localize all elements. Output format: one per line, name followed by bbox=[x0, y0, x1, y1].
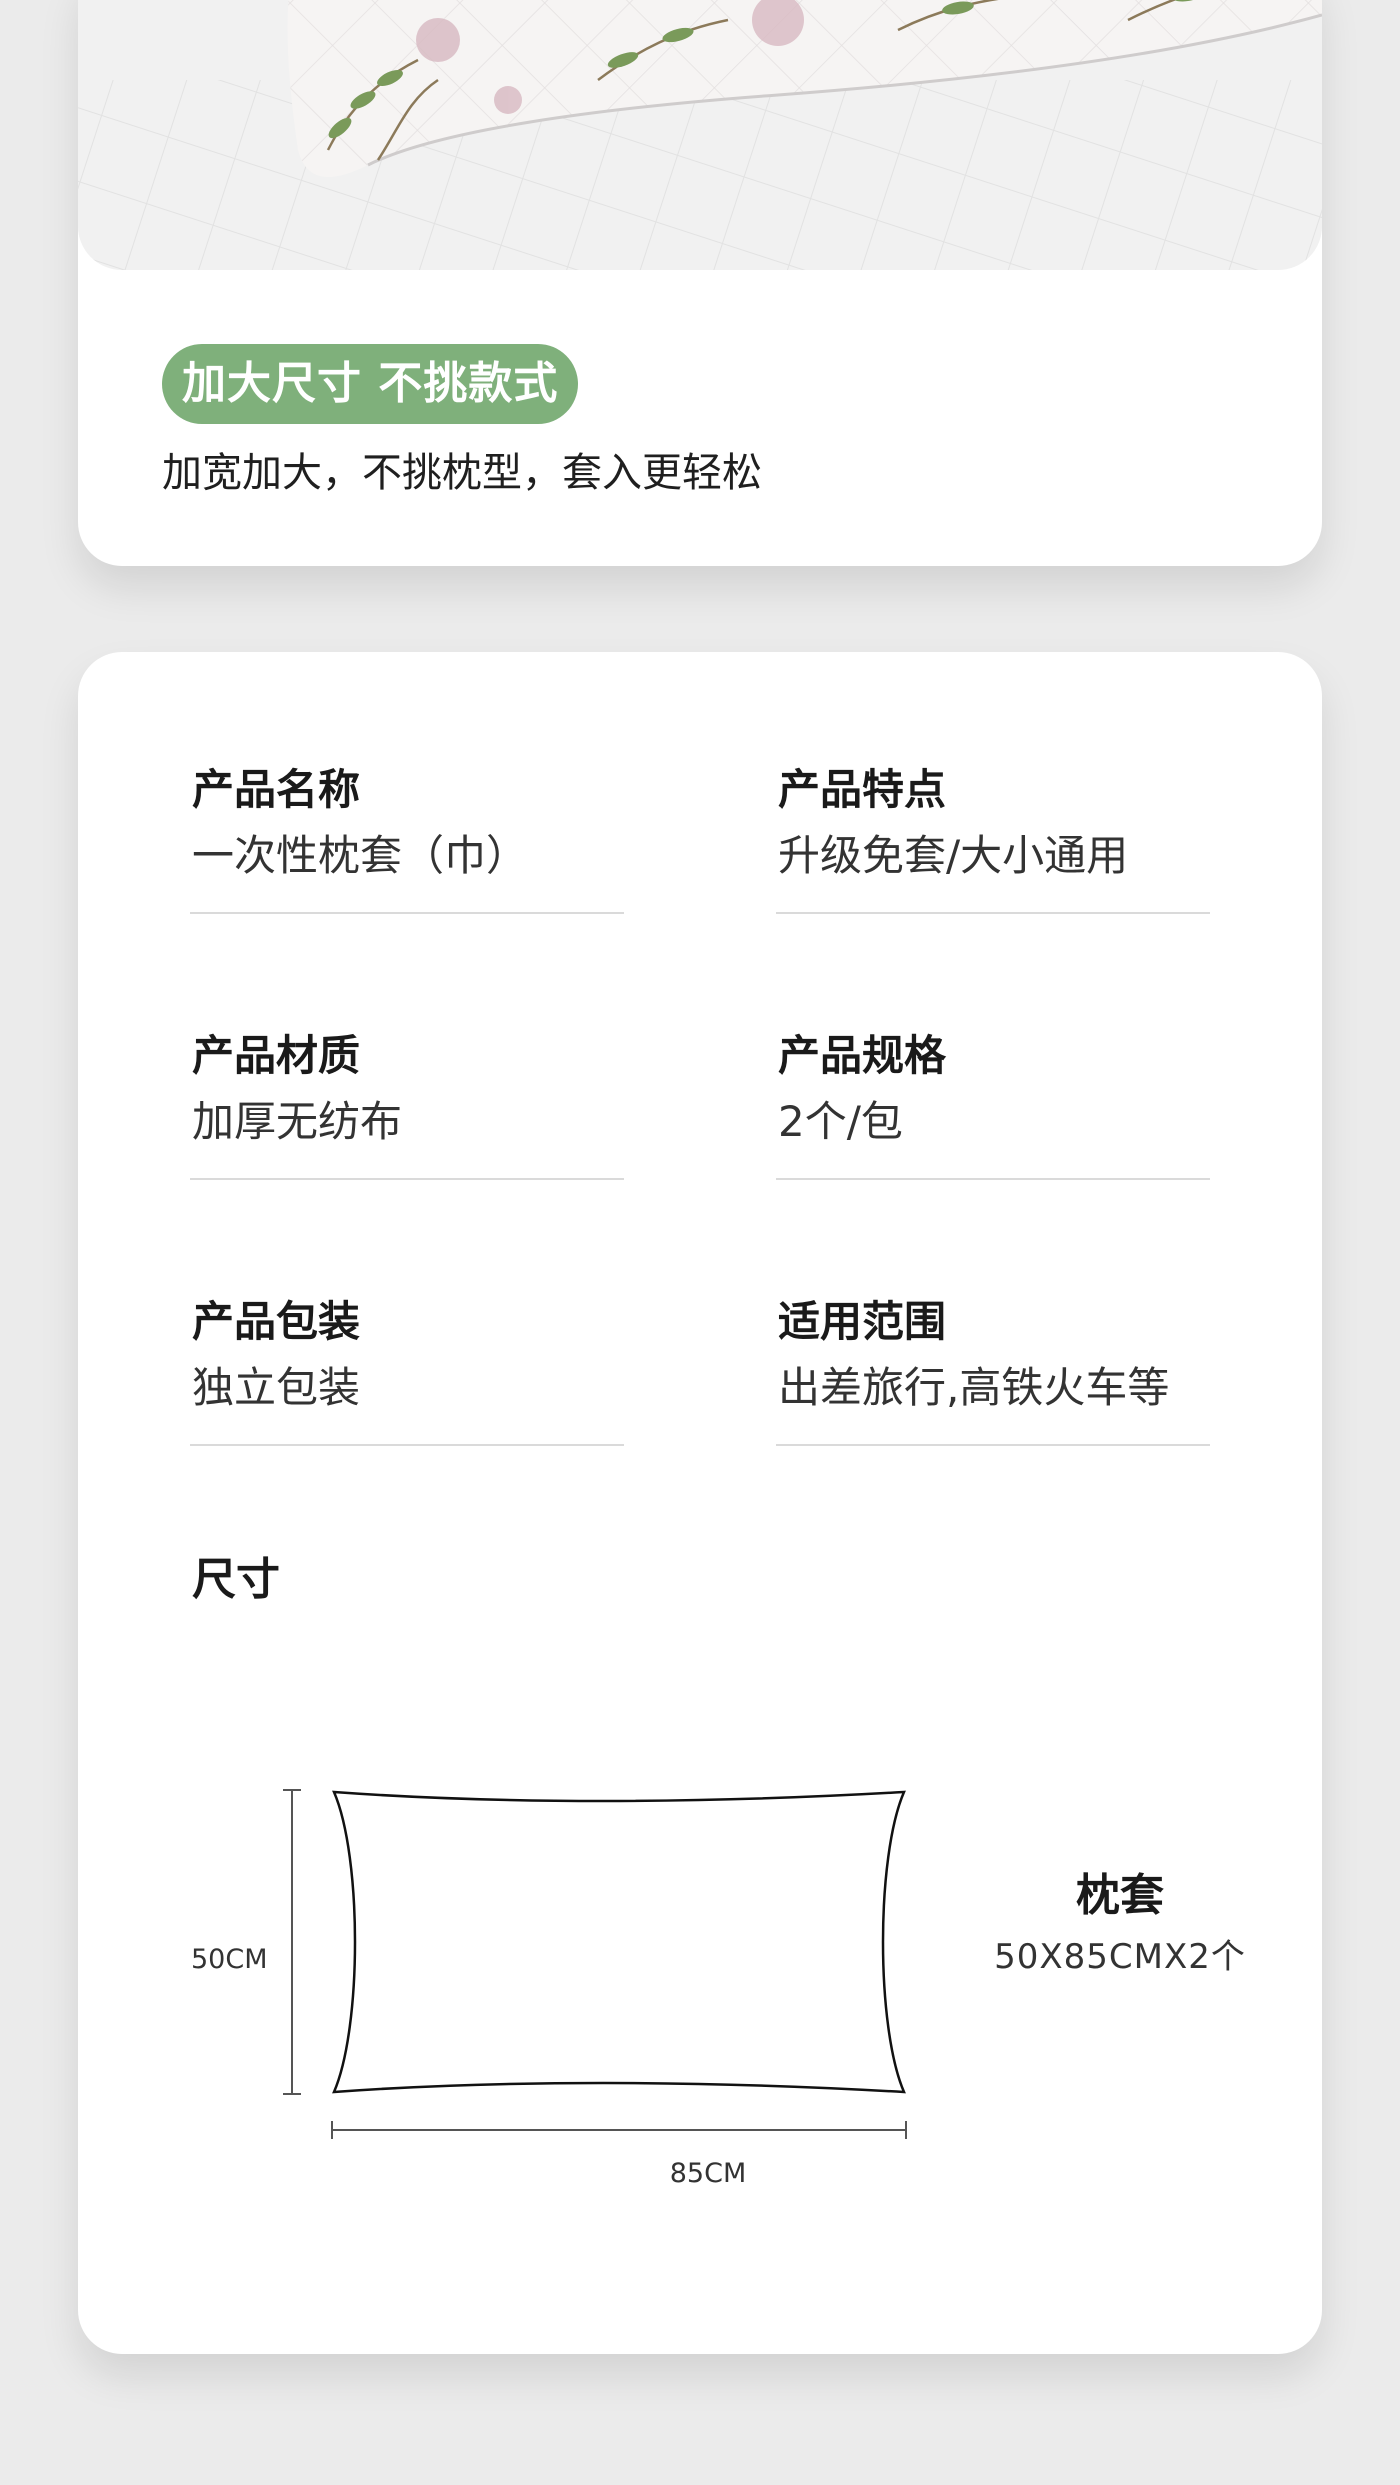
spec-label: 产品材质 bbox=[192, 1031, 361, 1080]
pillow-illustration bbox=[78, 0, 1322, 270]
product-size-spec: 50X85CMX2个 bbox=[994, 1937, 1246, 1977]
spec-item-feature: 产品特点 升级免套/大小通用 bbox=[776, 762, 1210, 914]
height-dimension-line bbox=[283, 1789, 301, 2095]
pillow-photo bbox=[78, 0, 1322, 270]
height-label: 50CM bbox=[191, 1944, 268, 1975]
spec-value: 出差旅行,高铁火车等 bbox=[778, 1363, 1170, 1412]
size-title: 尺寸 bbox=[192, 1554, 280, 1605]
spec-item-material: 产品材质 加厚无纺布 bbox=[190, 1028, 624, 1180]
spec-label: 产品特点 bbox=[778, 765, 947, 814]
feature-description: 加宽加大，不挑枕型，套入更轻松 bbox=[162, 450, 762, 496]
spec-value: 2个/包 bbox=[778, 1097, 903, 1146]
spec-item-packaging: 产品包装 独立包装 bbox=[190, 1294, 624, 1446]
spec-label: 产品规格 bbox=[778, 1031, 947, 1080]
pillowcase-outline bbox=[332, 1790, 906, 2094]
feature-tag: 加大尺寸 不挑款式 bbox=[162, 344, 579, 424]
spec-value: 独立包装 bbox=[192, 1363, 361, 1412]
product-name: 枕套 bbox=[1076, 1870, 1164, 1921]
spec-item-name: 产品名称 一次性枕套（巾） bbox=[190, 762, 624, 914]
spec-value: 升级免套/大小通用 bbox=[778, 831, 1129, 880]
width-label: 85CM bbox=[669, 2158, 747, 2189]
spec-value: 加厚无纺布 bbox=[192, 1097, 403, 1146]
spec-card: 产品名称 一次性枕套（巾） 产品特点 升级免套/大小通用 产品材质 加厚无纺布 … bbox=[78, 652, 1322, 2354]
width-dimension-line bbox=[331, 2121, 907, 2139]
spec-item-usage: 适用范围 出差旅行,高铁火车等 bbox=[776, 1294, 1210, 1446]
spec-label: 产品包装 bbox=[192, 1297, 361, 1346]
spec-item-specification: 产品规格 2个/包 bbox=[776, 1028, 1210, 1180]
feature-card: 加大尺寸 不挑款式 加宽加大，不挑枕型，套入更轻松 bbox=[78, 0, 1322, 566]
spec-label: 产品名称 bbox=[192, 765, 361, 814]
spec-value: 一次性枕套（巾） bbox=[192, 831, 529, 880]
spec-label: 适用范围 bbox=[778, 1297, 947, 1346]
